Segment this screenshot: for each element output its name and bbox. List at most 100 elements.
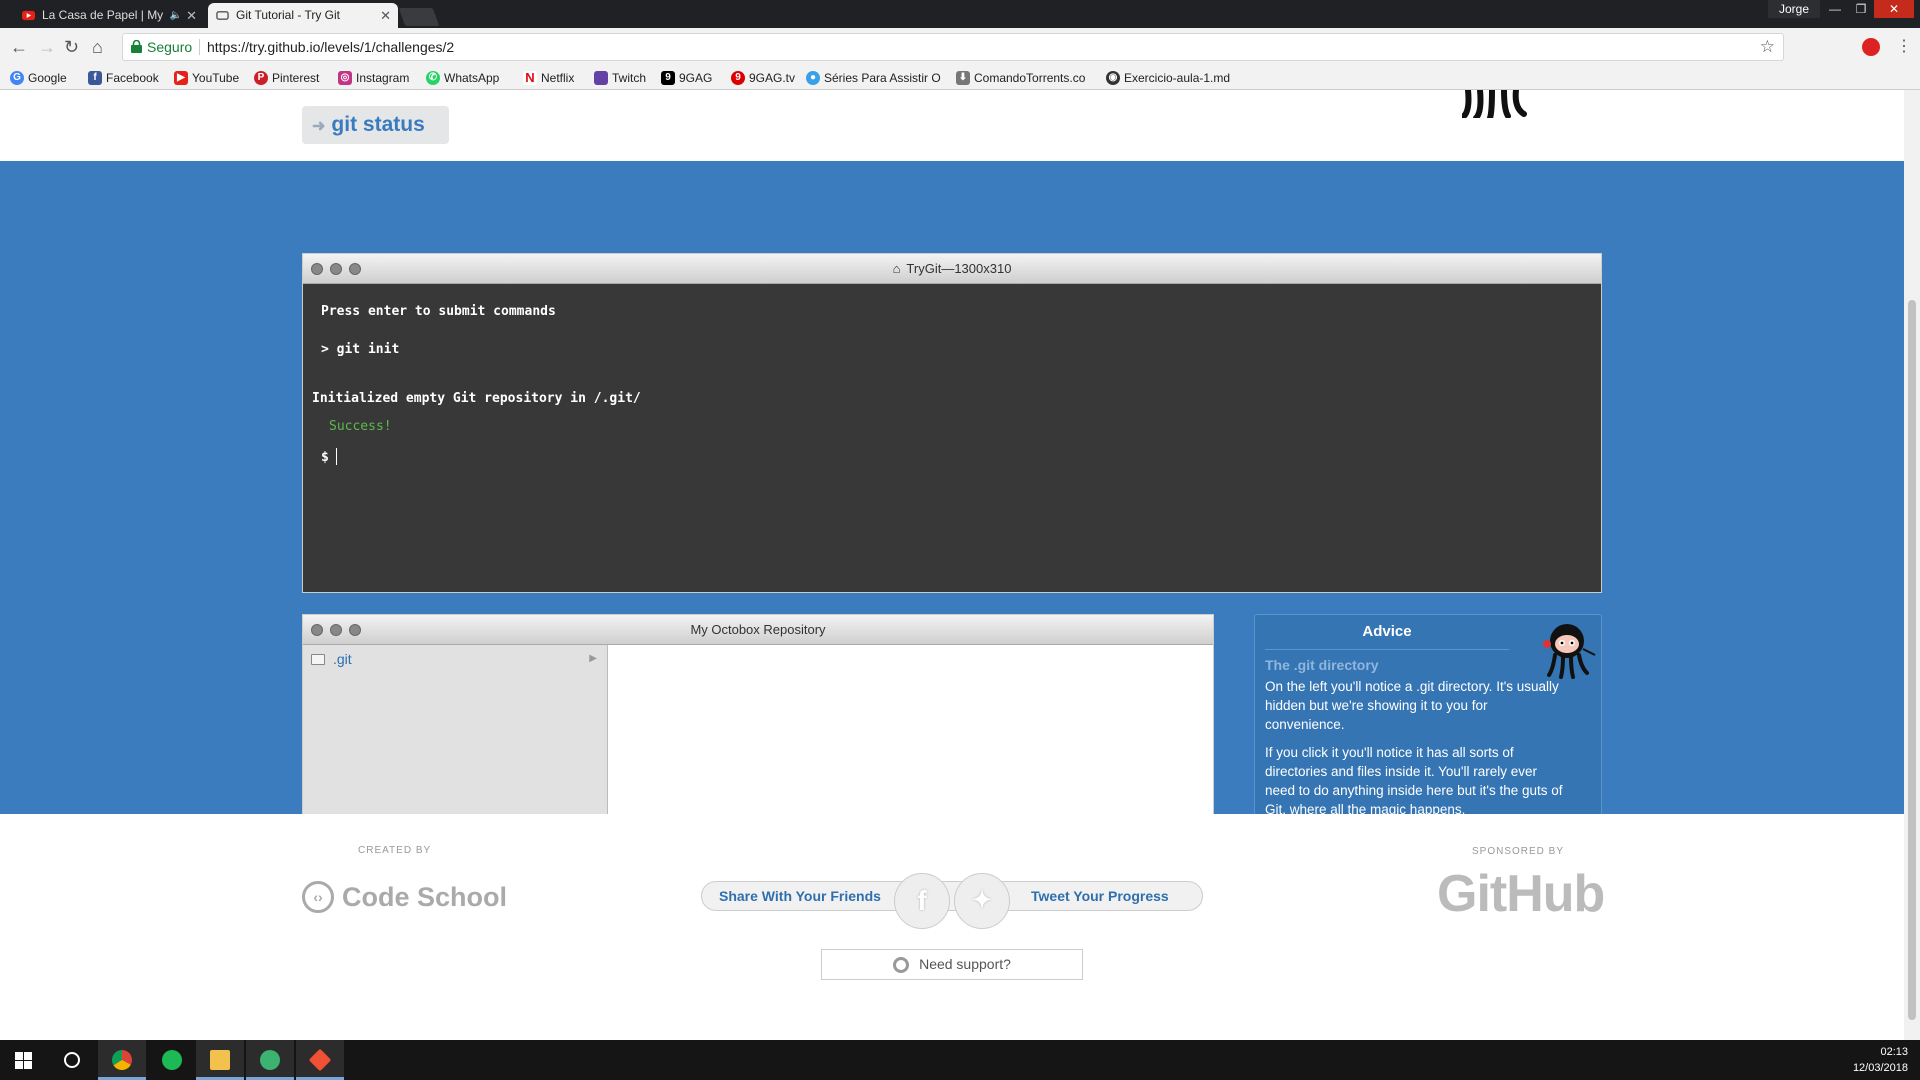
scrollbar-thumb[interactable] — [1908, 300, 1916, 1020]
bookmark-whatsapp[interactable]: ✆ WhatsApp — [426, 69, 499, 87]
share-with-friends-button[interactable]: Share With Your Friends — [719, 882, 881, 910]
bookmark-label: WhatsApp — [444, 71, 500, 85]
home-icon[interactable]: ⌂ — [92, 37, 103, 57]
bookmark-label: Twitch — [612, 71, 647, 85]
forward-arrow-icon[interactable]: → — [38, 37, 56, 57]
reload-icon[interactable]: ↻ — [64, 37, 79, 57]
whatsapp-icon: ✆ — [426, 71, 440, 85]
advice-title: Advice — [1362, 623, 1412, 640]
folder-icon — [210, 1050, 230, 1070]
code-school-logo[interactable]: ‹› Code School — [302, 877, 507, 917]
terminal-output: Initialized empty Git repository in /.gi… — [312, 391, 641, 406]
octocat-logo-icon — [1462, 90, 1527, 118]
windows-taskbar: 02:13 12/03/2018 — [0, 1040, 1920, 1080]
instagram-icon: ◎ — [338, 71, 352, 85]
bookmarks-bar: G Google f Facebook ▶ YouTube P Pinterest ◎ I… — [0, 66, 1920, 90]
repository-window: My Octobox Repository .git ▶ — [302, 614, 1214, 846]
restore-icon[interactable]: ❐ — [1848, 0, 1874, 18]
address-bar[interactable]: Seguro https://try.github.io/levels/1/ch… — [122, 33, 1784, 61]
taskbar-chrome[interactable] — [98, 1040, 146, 1080]
tab-la-casa-de-papel[interactable]: La Casa de Papel | My 🔈 ✕ — [14, 3, 204, 28]
taskbar-git[interactable] — [296, 1040, 344, 1080]
terminal-success: Success! — [329, 419, 392, 434]
opera-extension-icon[interactable] — [1862, 38, 1880, 56]
terminal-titlebar: ⌂ TryGit—1300x310 — [303, 254, 1601, 284]
bookmark-youtube[interactable]: ▶ YouTube — [174, 69, 239, 87]
omnibox-divider — [199, 39, 200, 55]
bookmark-comandotorrents[interactable]: ⬇ ComandoTorrents.co — [956, 69, 1094, 87]
need-support-button[interactable]: Need support? — [821, 949, 1083, 980]
bookmark-9gag-tv[interactable]: 9 9GAG.tv — [731, 69, 795, 87]
terminal-body[interactable]: Press enter to submit commands > git ini… — [303, 284, 1601, 592]
bookmark-twitch[interactable]: Twitch — [594, 69, 646, 87]
bookmark-star-icon[interactable]: ☆ — [1760, 34, 1775, 60]
series-icon: ● — [806, 71, 820, 85]
9gag-icon: 9 — [661, 71, 675, 85]
back-arrow-icon[interactable]: ← — [10, 37, 28, 57]
twitter-share-icon[interactable]: ✦ — [954, 873, 1010, 929]
page-scrollbar[interactable] — [1904, 90, 1920, 1040]
home-icon: ⌂ — [892, 261, 901, 276]
bookmark-label: Facebook — [106, 71, 159, 85]
folder-name: .git — [333, 651, 352, 667]
cortana-search-button[interactable] — [48, 1040, 96, 1080]
bookmark-label: 9GAG.tv — [749, 71, 796, 85]
bookmark-series[interactable]: ● Séries Para Assistir O — [806, 69, 946, 87]
bookmark-label: Netflix — [541, 71, 575, 85]
advice-panel: Advice The .git directory On the left yo… — [1254, 614, 1602, 846]
chevron-right-icon: ▶ — [589, 653, 597, 664]
browser-tab-strip: La Casa de Papel | My 🔈 ✕ Git Tutorial -… — [0, 0, 1920, 28]
window-dot-icon[interactable] — [311, 263, 323, 275]
menu-kebab-icon[interactable]: ⋮ — [1896, 36, 1912, 56]
tweet-progress-button[interactable]: Tweet Your Progress — [1031, 882, 1169, 910]
close-tab-icon[interactable]: ✕ — [380, 3, 391, 28]
taskbar-app[interactable] — [246, 1040, 294, 1080]
terminal-title: TryGit—1300x310 — [906, 261, 1012, 276]
chrome-icon — [112, 1050, 132, 1070]
window-dot-icon[interactable] — [330, 263, 342, 275]
taskbar-file-explorer[interactable] — [196, 1040, 244, 1080]
window-dot-icon[interactable] — [311, 624, 323, 636]
close-window-icon[interactable]: ✕ — [1874, 0, 1914, 18]
minimize-icon[interactable]: — — [1822, 0, 1848, 18]
new-tab-button[interactable] — [398, 8, 440, 26]
terminal-window[interactable]: ⌂ TryGit—1300x310 Press enter to submit c… — [302, 253, 1602, 593]
arrow-right-icon: ➜ — [312, 118, 326, 135]
profile-button[interactable]: Jorge — [1768, 0, 1820, 18]
bookmark-netflix[interactable]: N Netflix — [523, 69, 574, 87]
bookmark-label: Instagram — [356, 71, 410, 85]
bookmark-facebook[interactable]: f Facebook — [88, 69, 159, 87]
window-dot-icon[interactable] — [349, 624, 361, 636]
bookmark-exercicio[interactable]: ◉ Exercicio-aula-1.md — [1106, 69, 1230, 87]
facebook-icon: f — [88, 71, 102, 85]
lesson-workspace: ⌂ TryGit—1300x310 Press enter to submit c… — [0, 161, 1904, 846]
start-button[interactable] — [0, 1040, 48, 1080]
system-clock[interactable]: 02:13 12/03/2018 — [1848, 1044, 1908, 1076]
window-dot-icon[interactable] — [349, 263, 361, 275]
repository-title: My Octobox Repository — [690, 622, 826, 637]
youtube-icon — [22, 10, 35, 21]
bookmark-label: Séries Para Assistir O — [824, 71, 941, 85]
git-folder-item[interactable]: .git ▶ — [311, 649, 601, 669]
twitch-icon — [594, 71, 608, 85]
close-tab-icon[interactable]: ✕ — [186, 3, 197, 28]
tab-git-tutorial[interactable]: Git Tutorial - Try Git ✕ — [208, 3, 398, 28]
taskbar-spotify[interactable] — [148, 1040, 196, 1080]
github-logo[interactable]: GitHub — [1437, 864, 1605, 924]
bookmark-pinterest[interactable]: P Pinterest — [254, 69, 319, 87]
page-footer: CREATED BY ‹› Code School Share With Your… — [0, 814, 1904, 1040]
speaker-icon[interactable]: 🔈 — [170, 3, 182, 28]
facebook-share-icon[interactable]: f — [894, 873, 950, 929]
terminal-cursor — [336, 448, 337, 465]
comandotorrents-icon: ⬇ — [956, 71, 970, 85]
lock-icon — [131, 40, 142, 53]
git-icon — [308, 1048, 332, 1072]
hint-command-button[interactable]: ➜ git status — [302, 106, 449, 144]
bookmark-instagram[interactable]: ◎ Instagram — [338, 69, 409, 87]
url-text[interactable]: https://try.github.io/levels/1/challenge… — [207, 34, 454, 60]
bookmark-google[interactable]: G Google — [10, 69, 67, 87]
created-by-label: CREATED BY — [358, 845, 432, 856]
bookmark-9gag[interactable]: 9 9GAG — [661, 69, 712, 87]
advice-paragraph: If you click it you'll notice it has all… — [1265, 745, 1563, 817]
window-dot-icon[interactable] — [330, 624, 342, 636]
